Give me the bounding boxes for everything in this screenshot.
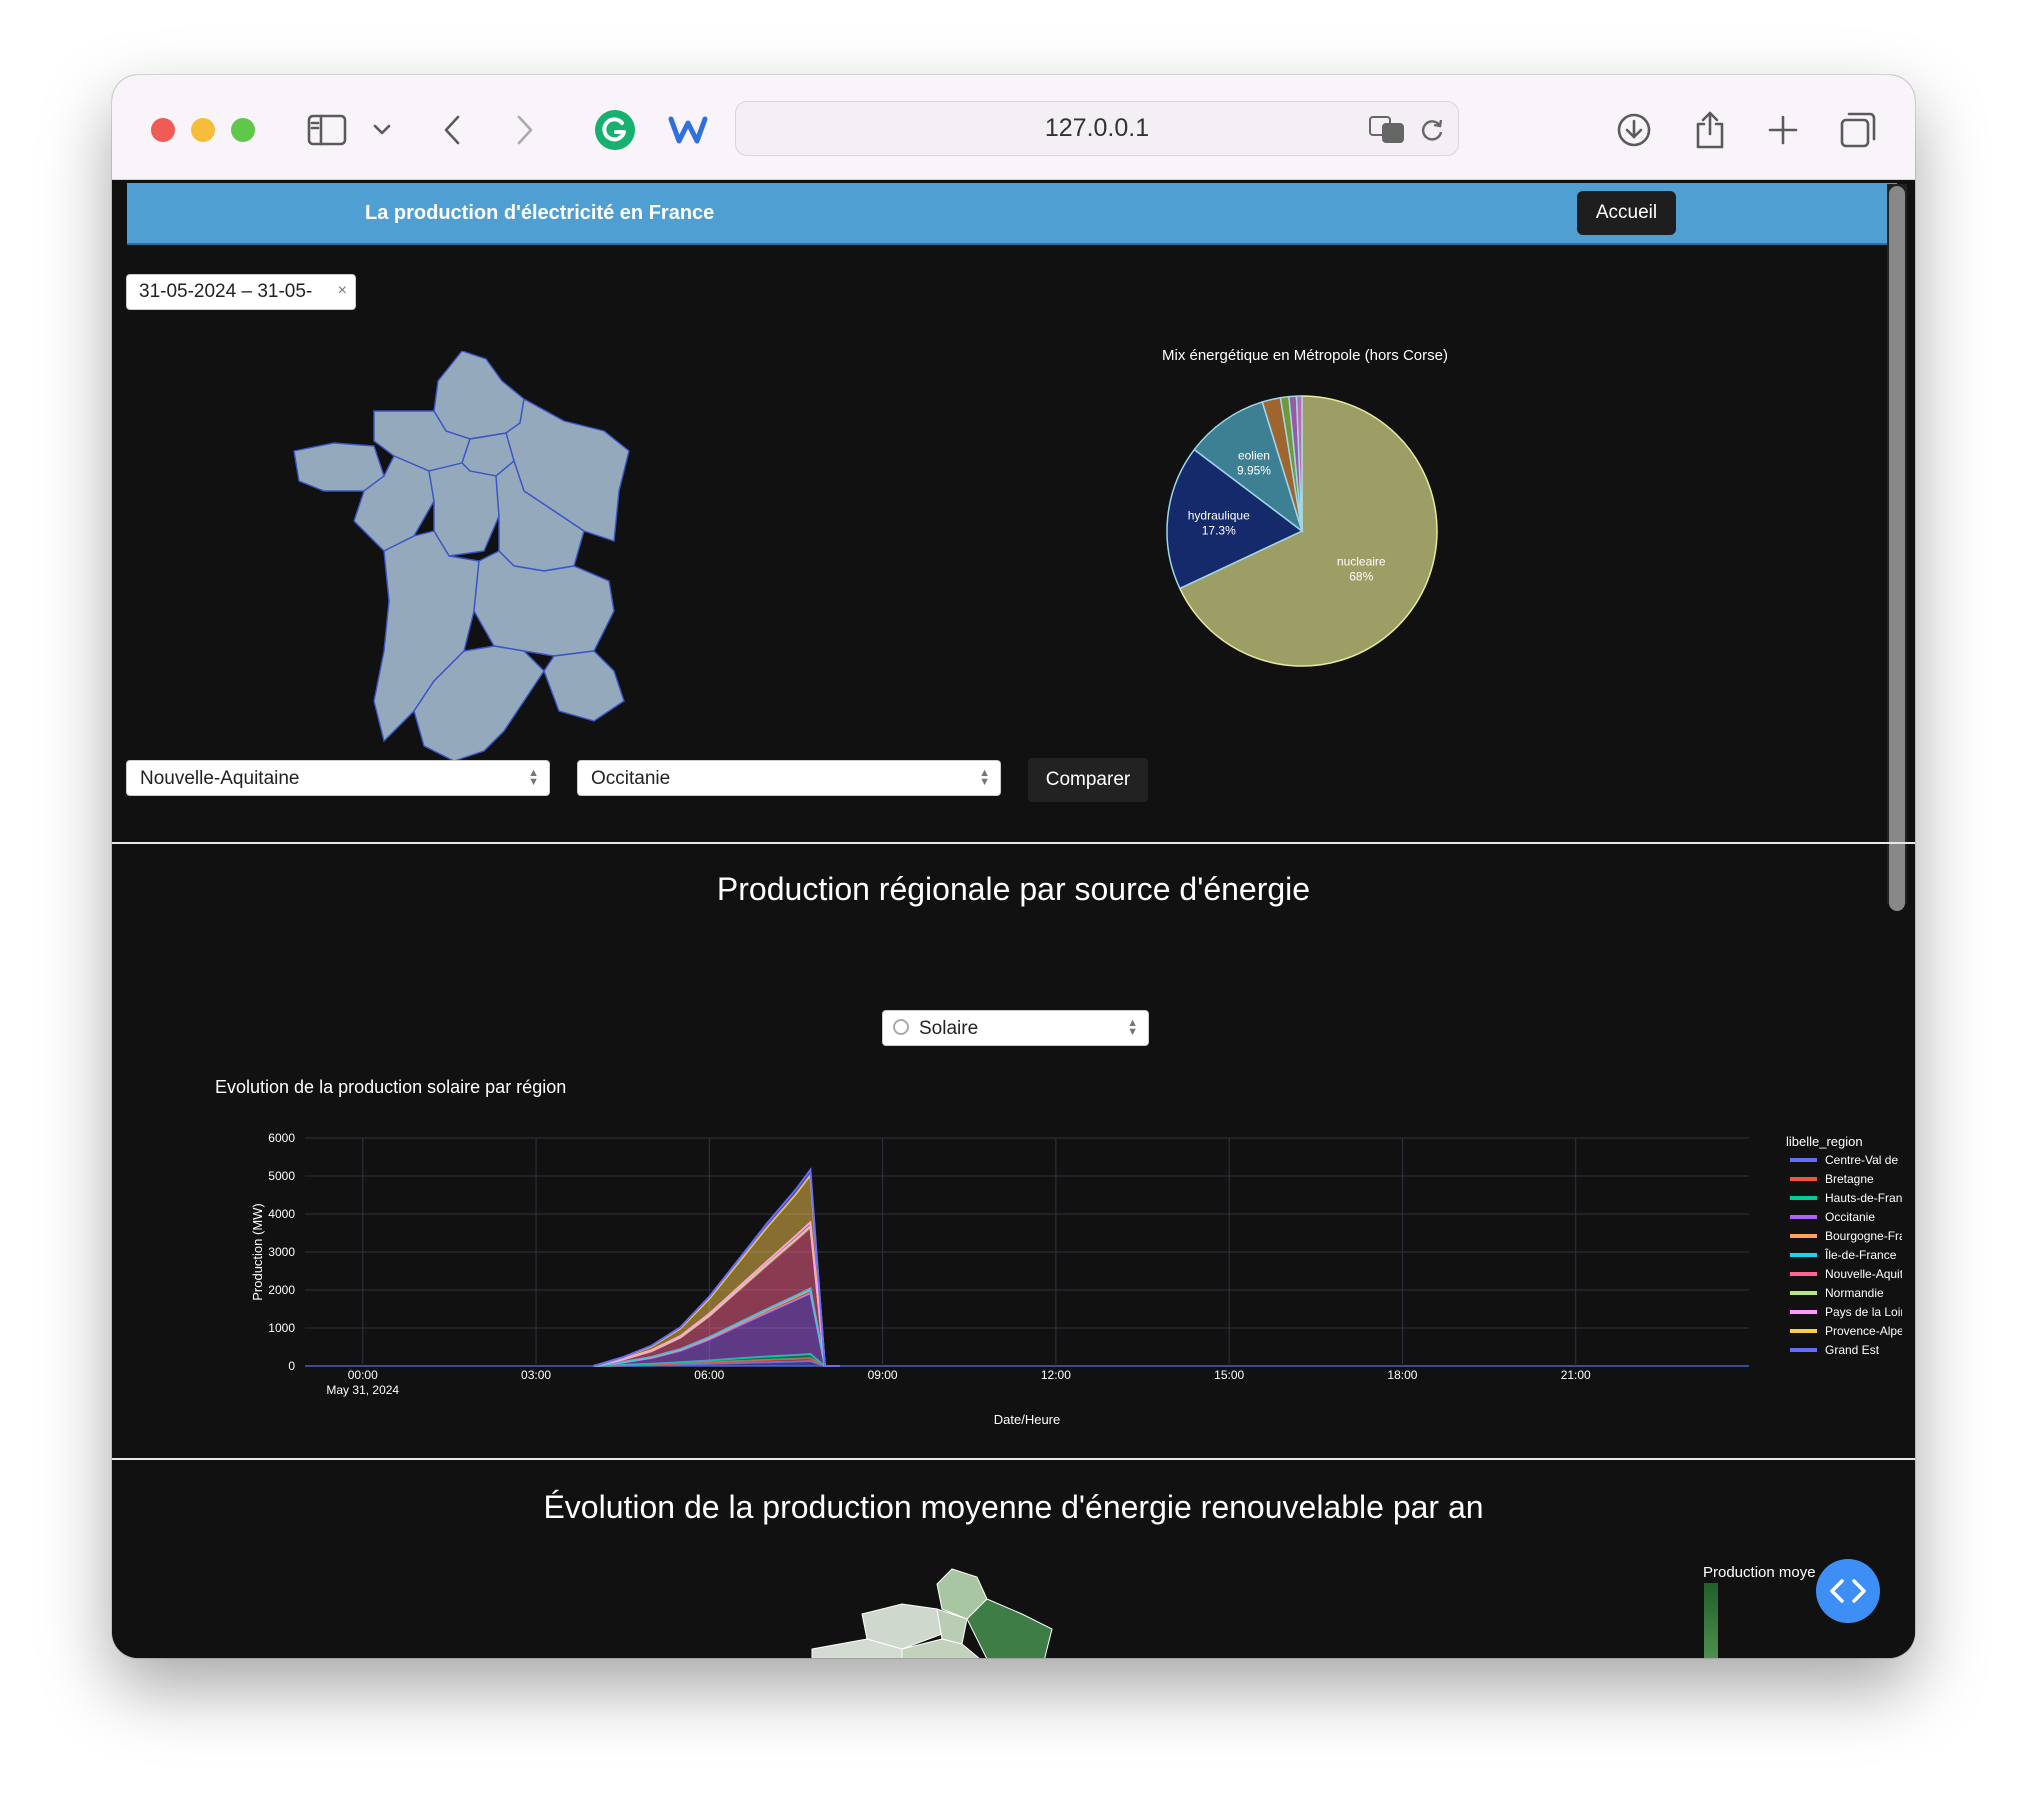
x-tick-label: 18:00 bbox=[1387, 1368, 1417, 1382]
section-divider bbox=[112, 1458, 1915, 1460]
browser-window: 127.0.0.1 La production d'électricité en… bbox=[112, 75, 1915, 1658]
y-tick-label: 0 bbox=[288, 1359, 295, 1373]
address-bar[interactable]: 127.0.0.1 bbox=[735, 101, 1459, 156]
energy-mix-pie-chart[interactable]: nucleaire68% hydraulique17.3% eolien9.95% bbox=[1152, 381, 1452, 681]
colorbar bbox=[1704, 1583, 1718, 1658]
select-arrows-icon: ▲ ▼ bbox=[528, 767, 539, 788]
pie-label-nucleaire: nucleaire bbox=[1337, 555, 1386, 569]
back-icon[interactable] bbox=[437, 105, 467, 155]
area-chart-title: Evolution de la production solaire par r… bbox=[215, 1077, 567, 1097]
y-tick-label: 5000 bbox=[268, 1169, 295, 1183]
date-range-picker[interactable]: 31-05-2024 – 31-05- × bbox=[126, 274, 356, 310]
renewables-map[interactable] bbox=[752, 1559, 1152, 1658]
tab-overview-icon[interactable] bbox=[1838, 105, 1878, 155]
legend-item[interactable]: Bourgogne-Franche-Comté bbox=[1825, 1229, 1902, 1243]
code-toggle-button[interactable] bbox=[1816, 1559, 1880, 1623]
map-region-grand-est[interactable] bbox=[966, 1598, 1053, 1658]
new-tab-icon[interactable] bbox=[1763, 105, 1803, 155]
x-tick-label: 00:00 bbox=[348, 1368, 378, 1382]
region-a-value: Nouvelle-Aquitaine bbox=[140, 768, 300, 789]
region-a-select[interactable]: Nouvelle-Aquitaine ▲ ▼ bbox=[126, 760, 550, 796]
legend-item[interactable]: Hauts-de-France bbox=[1825, 1191, 1902, 1205]
solar-production-area-chart[interactable]: 0 1000 2000 3000 4000 5000 6000 00:00 03:00 06:00… bbox=[112, 1121, 1902, 1451]
legend-item[interactable]: Centre-Val de Loire bbox=[1825, 1153, 1902, 1167]
browser-toolbar: 127.0.0.1 bbox=[112, 75, 1915, 180]
close-window-button[interactable] bbox=[151, 118, 175, 142]
maximize-window-button[interactable] bbox=[231, 118, 255, 142]
pie-value-eolien: 9.95% bbox=[1237, 463, 1271, 477]
legend-item[interactable]: Nouvelle-Aquitaine bbox=[1825, 1267, 1902, 1281]
pie-label-hydraulique: hydraulique bbox=[1188, 508, 1250, 522]
date-range-value: 31-05-2024 – 31-05- bbox=[139, 281, 313, 302]
translate-icon[interactable] bbox=[1368, 114, 1406, 151]
pie-label-eolien: eolien bbox=[1238, 448, 1270, 462]
x-date-label: May 31, 2024 bbox=[326, 1383, 399, 1397]
x-tick-label: 03:00 bbox=[521, 1368, 551, 1382]
pie-chart-title: Mix énergétique en Métropole (hors Corse… bbox=[1162, 347, 1448, 364]
chevron-down-icon[interactable] bbox=[370, 105, 394, 155]
region-b-value: Occitanie bbox=[591, 768, 671, 789]
clear-date-icon[interactable]: × bbox=[338, 282, 347, 300]
y-tick-label: 1000 bbox=[268, 1321, 295, 1335]
sidebar-icon[interactable] bbox=[305, 105, 349, 155]
legend-item[interactable]: Bretagne bbox=[1825, 1172, 1874, 1186]
x-axis-title: Date/Heure bbox=[994, 1412, 1060, 1427]
legend-item[interactable]: Normandie bbox=[1825, 1286, 1884, 1300]
x-tick-label: 15:00 bbox=[1214, 1368, 1244, 1382]
pie-value-nucleaire: 68% bbox=[1349, 570, 1373, 584]
legend-item[interactable]: Provence-Alpes-Côte d'Azur bbox=[1825, 1324, 1902, 1338]
share-icon[interactable] bbox=[1690, 105, 1730, 155]
region-b-select[interactable]: Occitanie ▲ ▼ bbox=[577, 760, 1001, 796]
energy-source-select[interactable]: Solaire ▲ ▼ bbox=[882, 1010, 1149, 1046]
y-tick-label: 6000 bbox=[268, 1131, 295, 1145]
reload-icon[interactable] bbox=[1420, 116, 1444, 149]
grammarly-extension-icon[interactable] bbox=[594, 105, 636, 155]
colorbar-title: Production moye bbox=[1703, 1564, 1816, 1581]
legend-item[interactable]: Pays de la Loire bbox=[1825, 1305, 1902, 1319]
legend-title: libelle_region bbox=[1786, 1134, 1863, 1149]
legend-item[interactable]: Grand Est bbox=[1825, 1343, 1880, 1357]
url-text: 127.0.0.1 bbox=[1044, 114, 1150, 142]
pie-value-hydraulique: 17.3% bbox=[1202, 523, 1236, 537]
legend-item[interactable]: Île-de-France bbox=[1824, 1247, 1897, 1262]
forward-icon[interactable] bbox=[510, 105, 540, 155]
select-arrows-icon: ▲ ▼ bbox=[979, 767, 990, 788]
map-region-hauts-de-france[interactable] bbox=[433, 351, 525, 440]
x-tick-label: 12:00 bbox=[1041, 1368, 1071, 1382]
legend-item[interactable]: Occitanie bbox=[1825, 1210, 1875, 1224]
minimize-window-button[interactable] bbox=[191, 118, 215, 142]
download-icon[interactable] bbox=[1614, 105, 1654, 155]
w-extension-icon[interactable] bbox=[667, 105, 709, 155]
y-tick-label: 3000 bbox=[268, 1245, 295, 1259]
y-tick-label: 4000 bbox=[268, 1207, 295, 1221]
y-axis-title: Production (MW) bbox=[250, 1203, 265, 1301]
section-divider bbox=[112, 842, 1915, 844]
section-title-renewables: Évolution de la production moyenne d'éne… bbox=[543, 1489, 1484, 1525]
top-navbar: La production d'électricité en France Ac… bbox=[127, 183, 1897, 245]
x-tick-label: 09:00 bbox=[868, 1368, 898, 1382]
nav-title: La production d'électricité en France bbox=[365, 202, 715, 224]
map-region-provence-alpes-cote-d-azur[interactable] bbox=[543, 650, 625, 722]
x-tick-label: 21:00 bbox=[1561, 1368, 1591, 1382]
compare-button[interactable]: Comparer bbox=[1028, 758, 1148, 802]
x-tick-label: 06:00 bbox=[694, 1368, 724, 1382]
y-tick-label: 2000 bbox=[268, 1283, 295, 1297]
select-arrows-icon: ▲ ▼ bbox=[1127, 1017, 1138, 1038]
globe-icon bbox=[893, 1019, 909, 1035]
energy-source-value: Solaire bbox=[919, 1018, 979, 1039]
section-title-regional: Production régionale par source d'énergi… bbox=[716, 871, 1311, 907]
page-content: La production d'électricité en France Ac… bbox=[112, 181, 1915, 1658]
scrollbar-thumb[interactable] bbox=[1889, 186, 1905, 911]
map-region-bretagne[interactable] bbox=[293, 442, 385, 492]
france-regions-map[interactable] bbox=[224, 351, 684, 801]
code-icon bbox=[1830, 1579, 1866, 1603]
home-button[interactable]: Accueil bbox=[1577, 191, 1676, 235]
